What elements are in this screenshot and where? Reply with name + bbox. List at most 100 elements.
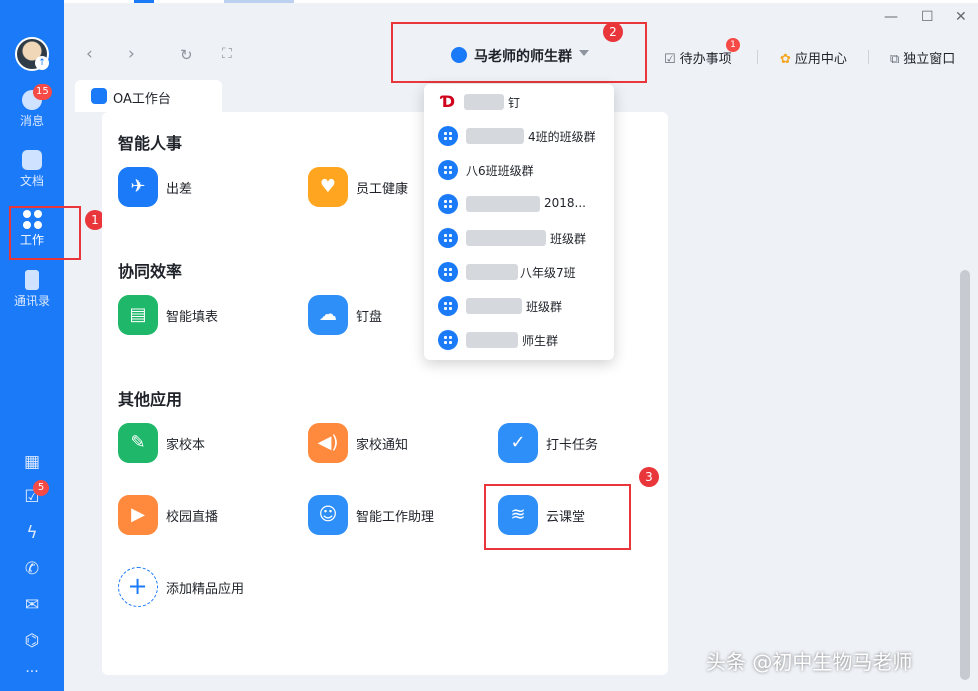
avatar-status-badge: ↑ — [35, 56, 49, 70]
todo-badge: 1 — [726, 38, 740, 52]
app-label: 家校通知 — [356, 438, 409, 453]
more-icon[interactable]: ··· — [22, 662, 42, 682]
back-icon[interactable]: ‹ — [86, 44, 93, 64]
dropdown-item[interactable]: 班级群 — [438, 226, 608, 250]
blurred-text — [464, 94, 504, 110]
suitcase-icon: ✈ — [118, 167, 158, 207]
dropdown-item-label: 4班的班级群 — [528, 130, 596, 144]
dropdown-item[interactable]: 师生群 — [438, 328, 608, 352]
heart-icon: ♥ — [308, 167, 348, 207]
app-business-trip[interactable]: ✈ 出差 — [118, 167, 238, 207]
cloud-icon: ☁ — [308, 295, 348, 335]
app-center-icon: ✿ — [780, 52, 791, 67]
lightning-icon[interactable]: ϟ — [22, 523, 42, 543]
contacts-icon — [25, 270, 39, 290]
annotation-box-3 — [484, 484, 631, 550]
todo-label: 待办事项 — [679, 52, 732, 67]
dropdown-item-label: 八6班班级群 — [466, 164, 534, 178]
dropdown-item-label: 班级群 — [526, 300, 563, 314]
refresh-icon[interactable]: ↻ — [180, 46, 193, 64]
dropdown-item[interactable]: 班级群 — [438, 294, 608, 318]
nav-item-messages[interactable]: 消息 15 — [0, 84, 64, 134]
group-icon — [438, 194, 458, 214]
app-check-in-task[interactable]: ✓ 打卡任务 — [498, 423, 638, 463]
left-sidebar: ↑ 消息 15 文档 工作 通讯录 ▦ ☑ 5 ϟ ✆ ✉ ⌬ ··· — [0, 0, 64, 691]
blurred-text — [466, 230, 546, 246]
add-app-button[interactable]: + 添加精品应用 — [118, 567, 268, 607]
top-edge — [64, 0, 978, 3]
app-smart-assistant[interactable]: ☺ 智能工作助理 — [308, 495, 458, 535]
app-label: 家校本 — [166, 438, 206, 453]
group-dropdown: Ɗ 钉 4班的班级群 八6班班级群 2018... 班级群 八年级7班 班级群 … — [424, 84, 614, 360]
dropdown-item-label: 八年级7班 — [520, 266, 576, 280]
todo-side-badge: 5 — [33, 480, 49, 496]
mail-icon[interactable]: ✉ — [22, 595, 42, 615]
nav-item-contacts[interactable]: 通讯录 — [0, 264, 64, 314]
fullscreen-icon[interactable]: ⛶ — [222, 46, 232, 62]
blurred-text — [466, 298, 522, 314]
app-ding-disk[interactable]: ☁ 钉盘 — [308, 295, 428, 335]
form-icon: ▤ — [118, 295, 158, 335]
messages-badge: 15 — [33, 84, 52, 100]
phone-icon[interactable]: ✆ — [22, 559, 42, 579]
group-icon — [438, 262, 458, 282]
app-label: 员工健康 — [356, 182, 409, 197]
org-icon[interactable]: ⌬ — [22, 631, 42, 651]
group-icon — [438, 228, 458, 248]
app-center-label: 应用中心 — [794, 52, 847, 67]
window-icon: ⧉ — [890, 52, 900, 67]
dropdown-item-label: 2018... — [544, 196, 586, 210]
blurred-text — [466, 196, 540, 212]
section-title-other: 其他应用 — [118, 390, 183, 409]
section-title-collab: 协同效率 — [118, 262, 183, 281]
app-center-button[interactable]: ✿ 应用中心 — [780, 48, 847, 67]
nav-label-contacts: 通讯录 — [13, 294, 50, 308]
scrollbar[interactable] — [960, 270, 970, 680]
todo-button[interactable]: ☑ 待办事项 — [664, 48, 732, 67]
group-icon — [438, 160, 458, 180]
app-campus-live[interactable]: ▶ 校园直播 — [118, 495, 238, 535]
divider — [757, 50, 758, 64]
annotation-number-2: 2 — [603, 22, 623, 42]
app-employee-health[interactable]: ♥ 员工健康 — [308, 167, 428, 207]
dropdown-item[interactable]: 2018... — [438, 192, 608, 216]
maximize-icon[interactable]: ☐ — [921, 9, 934, 25]
tab-label: OA工作台 — [113, 92, 171, 107]
checkbox-icon: ☑ — [664, 52, 676, 67]
logo-icon: Ɗ — [440, 92, 456, 111]
calendar-check-icon: ✓ — [498, 423, 538, 463]
dropdown-item[interactable]: 八年级7班 — [438, 260, 608, 284]
dropdown-item-label: 钉 — [508, 96, 521, 110]
nav-item-docs[interactable]: 文档 — [0, 144, 64, 194]
watermark: 头条 @初中生物马老师 — [706, 650, 913, 674]
tab-oa-workbench[interactable]: OA工作台 — [75, 80, 222, 112]
blurred-text — [466, 332, 518, 348]
standalone-window-label: 独立窗口 — [903, 52, 956, 67]
nav-label-messages: 消息 — [19, 114, 44, 128]
minimize-icon[interactable]: — — [884, 9, 898, 25]
dropdown-item[interactable]: Ɗ 钉 — [438, 90, 608, 114]
add-app-label: 添加精品应用 — [166, 582, 245, 597]
app-smart-form[interactable]: ▤ 智能填表 — [118, 295, 238, 335]
annotation-number-3: 3 — [639, 467, 659, 487]
app-school-notice[interactable]: ◀) 家校通知 — [308, 423, 428, 463]
megaphone-icon: ◀) — [308, 423, 348, 463]
calendar-icon[interactable]: ▦ — [22, 452, 42, 472]
dropdown-item[interactable]: 八6班班级群 — [438, 158, 608, 182]
app-label: 智能填表 — [166, 310, 219, 325]
forward-icon[interactable]: › — [128, 44, 135, 64]
app-label: 出差 — [166, 182, 193, 197]
group-icon — [438, 296, 458, 316]
blurred-text — [466, 264, 518, 280]
close-icon[interactable]: ✕ — [955, 9, 967, 25]
group-icon — [438, 126, 458, 146]
app-homework[interactable]: ✎ 家校本 — [118, 423, 238, 463]
notebook-icon: ✎ — [118, 423, 158, 463]
oa-icon — [91, 88, 107, 104]
standalone-window-button[interactable]: ⧉ 独立窗口 — [890, 48, 955, 67]
dropdown-item[interactable]: 4班的班级群 — [438, 124, 608, 148]
blurred-text — [466, 128, 524, 144]
app-label: 校园直播 — [166, 510, 219, 525]
divider — [868, 50, 869, 64]
section-title-hr: 智能人事 — [118, 134, 183, 153]
